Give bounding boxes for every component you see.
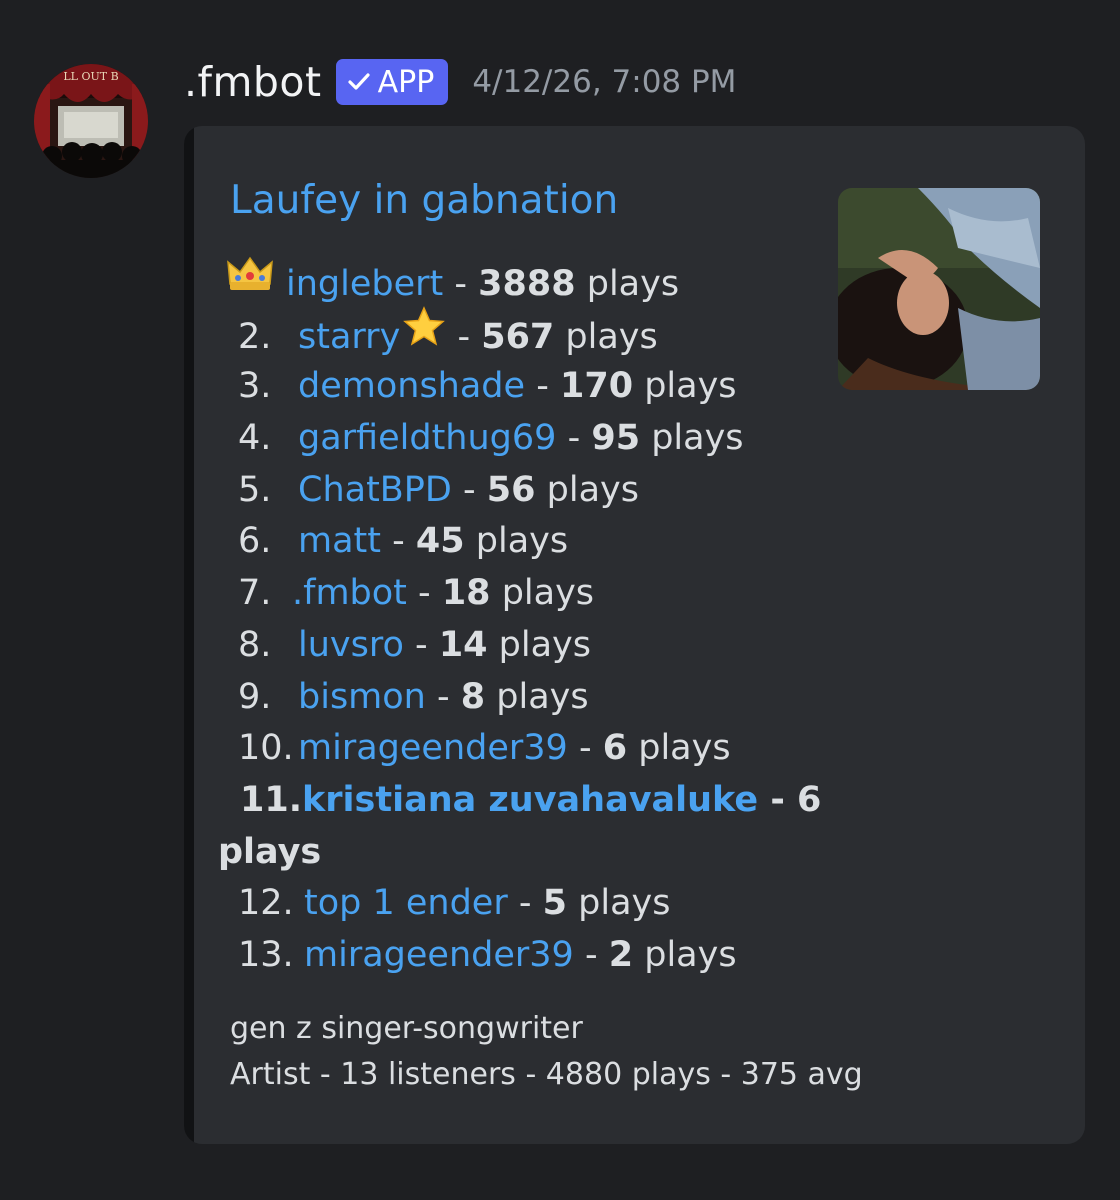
unit-label: plays	[651, 418, 744, 459]
artist-tags: gen z singer-songwriter	[230, 1011, 583, 1046]
separator: -	[770, 779, 785, 820]
user-link[interactable]: inglebert	[286, 264, 443, 304]
rank-number: 8.	[238, 624, 272, 665]
separator: -	[584, 934, 598, 975]
play-count: 3888	[478, 263, 576, 304]
play-count: 170	[559, 366, 634, 407]
unit-label: plays	[501, 573, 595, 614]
list-item: 12. top 1 ender - 5 plays	[230, 878, 830, 930]
embed-card: Laufey in gabnation inglebert - 3888 pla…	[184, 126, 1085, 1144]
separator: -	[415, 624, 428, 665]
play-count: 6	[797, 779, 822, 820]
unit-label: plays	[496, 676, 589, 717]
separator: -	[518, 883, 532, 924]
check-icon	[346, 69, 372, 95]
unit-label: plays	[546, 469, 639, 510]
app-badge: APP	[335, 59, 449, 105]
list-item: 13. mirageender39 - 2 plays	[230, 930, 830, 982]
play-count: 56	[486, 469, 536, 510]
list-item: 6. matt - 45 plays	[230, 516, 830, 568]
list-item: 10. mirageender39 - 6 plays	[230, 723, 830, 775]
separator: -	[418, 573, 431, 614]
embed-accent-bar	[184, 126, 194, 1144]
play-count: 2	[608, 934, 634, 975]
separator: -	[536, 366, 549, 407]
play-count: 95	[591, 418, 641, 459]
message-header: .fmbot APP 4/12/26, 7:08 PM	[184, 52, 736, 112]
unit-label: plays	[565, 316, 658, 357]
wrapped-unit-label: plays	[218, 831, 322, 872]
separator: -	[567, 418, 581, 459]
user-link[interactable]: top 1 ender	[304, 883, 508, 923]
timestamp[interactable]: 4/12/26, 7:08 PM	[472, 64, 736, 100]
message: LL OUT B .fmbot APP 4/12/26, 7:08 PM Lau…	[0, 0, 1120, 1200]
user-link[interactable]: ChatBPD	[298, 470, 452, 510]
unit-label: plays	[578, 883, 671, 924]
user-link[interactable]: luvsro	[298, 625, 404, 665]
play-count: 567	[481, 316, 555, 357]
list-item: 2. starry - 567 plays	[230, 305, 830, 362]
rank-number: 11.	[240, 779, 303, 820]
play-count: 14	[438, 624, 488, 665]
avatar-image: LL OUT B	[34, 64, 148, 178]
play-count: 18	[441, 573, 491, 614]
unit-label: plays	[586, 263, 680, 304]
star-icon	[402, 305, 446, 362]
embed-title[interactable]: Laufey in gabnation	[230, 178, 618, 223]
user-link[interactable]: matt	[298, 521, 381, 561]
rank-number: 12.	[238, 883, 294, 924]
list-item-current-user: 11.kristiana zuvahavaluke - 6	[230, 775, 830, 827]
rank-number: 4.	[238, 418, 272, 459]
list-item: inglebert - 3888 plays	[226, 256, 830, 310]
unit-label: plays	[475, 521, 569, 562]
rank-number: 13.	[238, 934, 294, 975]
rank-number: 2.	[238, 316, 272, 357]
embed-footer: gen z singer-songwriter Artist - 13 list…	[230, 1006, 863, 1098]
user-link[interactable]: bismon	[298, 677, 426, 717]
rank-number: 3.	[238, 366, 272, 407]
crown-icon	[226, 254, 274, 308]
artist-thumbnail[interactable]	[838, 188, 1040, 390]
artist-stats: Artist - 13 listeners - 4880 plays - 375…	[230, 1057, 863, 1092]
leaderboard-list: inglebert - 3888 plays 2. starry - 567 pl…	[218, 256, 830, 982]
list-item: 5. ChatBPD - 56 plays	[230, 465, 830, 517]
unit-label: plays	[644, 366, 737, 407]
list-item: 3. demonshade - 170 plays	[230, 361, 830, 413]
unit-label: plays	[644, 934, 737, 975]
author-name[interactable]: .fmbot	[184, 58, 322, 106]
play-count: 5	[542, 883, 568, 924]
list-item: 9. bismon - 8 plays	[230, 672, 830, 724]
play-count: 6	[602, 728, 628, 769]
list-item: 7. .fmbot - 18 plays	[230, 568, 830, 620]
list-item: 4. garfieldthug69 - 95 plays	[230, 413, 830, 465]
separator: -	[457, 316, 471, 357]
app-badge-label: APP	[377, 64, 435, 100]
unit-label: plays	[498, 624, 592, 665]
separator: -	[392, 521, 405, 562]
artist-photo	[838, 188, 1040, 390]
list-item: 8. luvsro - 14 plays	[230, 620, 830, 672]
rank-number: 10.	[238, 728, 294, 769]
rank-number: 7.	[238, 573, 272, 614]
avatar[interactable]: LL OUT B	[34, 64, 148, 178]
rank-number: 5.	[238, 469, 272, 510]
user-link[interactable]: kristiana zuvahavaluke	[302, 780, 758, 820]
play-count: 45	[415, 521, 465, 562]
unit-label: plays	[638, 728, 731, 769]
user-link[interactable]: starry	[298, 317, 400, 357]
user-link[interactable]: garfieldthug69	[298, 418, 556, 458]
play-count: 8	[460, 676, 486, 717]
rank-number: 9.	[238, 676, 272, 717]
user-link[interactable]: mirageender39	[304, 935, 574, 975]
separator: -	[578, 728, 592, 769]
avatar-text: LL OUT B	[63, 70, 118, 83]
user-link[interactable]: demonshade	[298, 366, 525, 406]
user-link[interactable]: mirageender39	[298, 728, 568, 768]
separator: -	[437, 676, 450, 717]
user-link[interactable]: .fmbot	[292, 573, 407, 613]
separator: -	[463, 469, 476, 510]
separator: -	[454, 263, 468, 304]
rank-number: 6.	[238, 521, 272, 562]
